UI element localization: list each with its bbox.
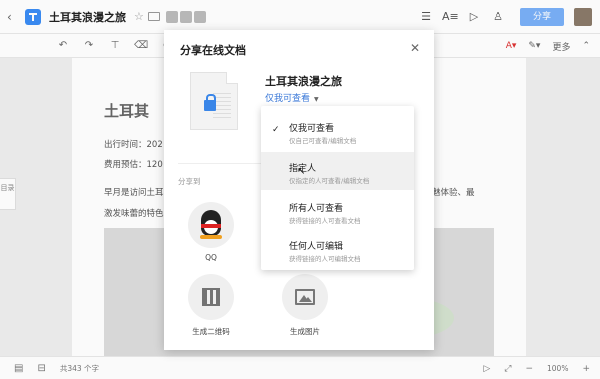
mouse-cursor-icon: ↖ bbox=[297, 166, 306, 177]
image-icon bbox=[295, 289, 315, 305]
close-icon[interactable]: ✕ bbox=[410, 41, 420, 55]
page-fold bbox=[226, 72, 238, 84]
dialog-doc-name: 土耳其浪漫之旅 bbox=[265, 75, 342, 88]
option-title: 所有人可查看 bbox=[289, 204, 344, 214]
qq-icon-feet bbox=[200, 235, 222, 239]
chevron-down-icon: ▼ bbox=[314, 96, 319, 103]
option-desc: 获得链接的人可查看文档 bbox=[289, 217, 361, 225]
share-target-label: 生成图片 bbox=[290, 327, 320, 336]
dialog-title: 分享在线文档 bbox=[180, 44, 246, 57]
permission-option[interactable]: 所有人可查看 获得链接的人可查看文档 bbox=[261, 192, 414, 230]
qq-icon-scarf bbox=[201, 224, 221, 228]
checkmark-icon: ✓ bbox=[272, 125, 280, 135]
qr-code-icon bbox=[202, 288, 220, 306]
permission-option[interactable]: 指定人 仅指定的人可查看/编辑文档 ↖ bbox=[261, 152, 414, 190]
permission-option[interactable]: ✓ 仅我可查看 仅自己可查看/编辑文档 bbox=[261, 112, 414, 150]
share-to-label: 分享到 bbox=[178, 177, 201, 186]
option-title: 任何人可编辑 bbox=[289, 242, 344, 252]
option-desc: 获得链接的人可编辑文档 bbox=[289, 255, 361, 263]
permission-select[interactable]: 仅我可查看 ▼ bbox=[265, 91, 319, 104]
share-target-label: 生成二维码 bbox=[192, 327, 230, 336]
lock-icon bbox=[204, 94, 216, 111]
option-title: 仅我可查看 bbox=[289, 124, 335, 134]
option-desc: 仅自己可查看/编辑文档 bbox=[289, 137, 357, 145]
permission-dropdown: ✓ 仅我可查看 仅自己可查看/编辑文档 指定人 仅指定的人可查看/编辑文档 ↖ … bbox=[261, 106, 414, 270]
qr-code-button[interactable] bbox=[188, 274, 234, 320]
permission-value: 仅我可查看 bbox=[265, 94, 311, 104]
locked-document-icon bbox=[190, 72, 238, 130]
generate-image-button[interactable] bbox=[282, 274, 328, 320]
permission-option[interactable]: 任何人可编辑 获得链接的人可编辑文档 bbox=[261, 230, 414, 268]
share-target-label: QQ bbox=[205, 253, 217, 262]
share-qq-button[interactable] bbox=[188, 202, 234, 248]
